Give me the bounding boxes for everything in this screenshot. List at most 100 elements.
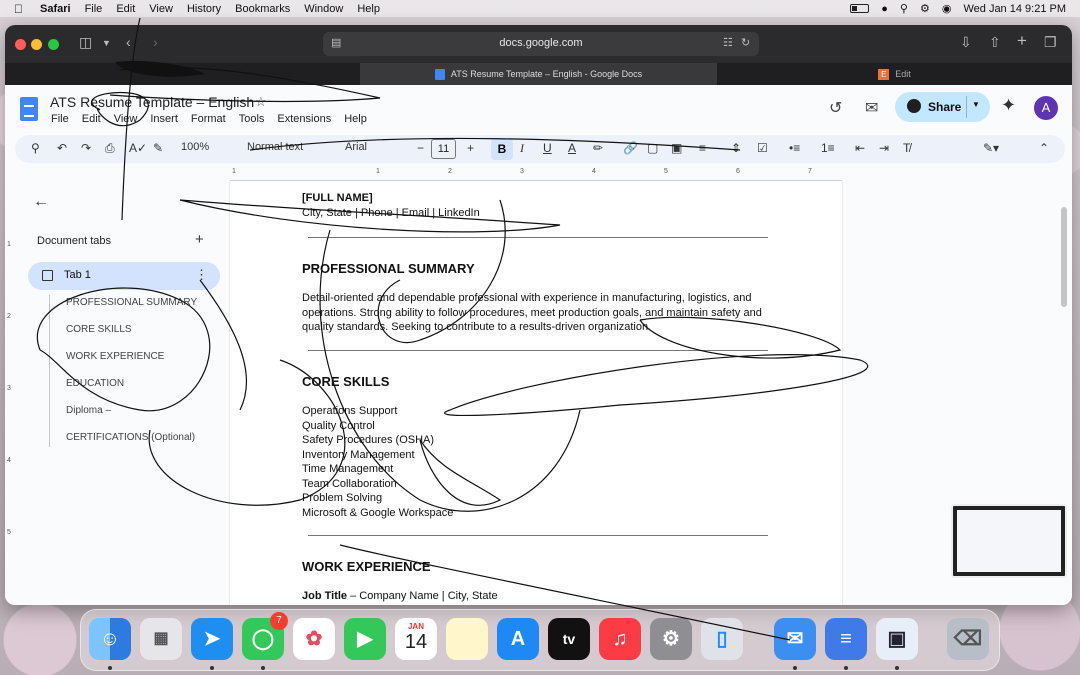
finder-icon[interactable]: ☺ <box>89 618 131 660</box>
menu-history[interactable]: History <box>187 3 221 15</box>
increase-font-size-icon[interactable]: + <box>467 141 474 155</box>
clear-formatting-icon[interactable]: T̸ <box>903 141 910 155</box>
skill-item[interactable]: Inventory Management <box>302 448 415 463</box>
skill-item[interactable]: Safety Procedures (OSHA) <box>302 433 434 448</box>
menu-view[interactable]: View <box>149 3 173 15</box>
print-icon[interactable]: ⎙ <box>105 141 115 156</box>
job-line[interactable]: Job Title – Company Name | City, State <box>302 589 498 604</box>
font-select[interactable]: Arial <box>345 141 367 153</box>
skill-item[interactable]: Problem Solving <box>302 491 382 506</box>
photos-icon[interactable]: ✿ <box>293 618 335 660</box>
app-store-icon[interactable]: A <box>497 618 539 660</box>
menu-help[interactable]: Help <box>357 3 380 15</box>
battery-icon[interactable] <box>850 4 870 13</box>
redo-icon[interactable]: ↷ <box>81 141 91 155</box>
add-comment-icon[interactable]: ▢ <box>647 141 658 155</box>
control-center-icon[interactable]: ⚙ <box>920 2 930 15</box>
outline-item[interactable]: WORK EXPERIENCE <box>66 351 164 362</box>
screenshot-thumbnail[interactable] <box>951 504 1067 578</box>
menu-app-name[interactable]: Safari <box>40 3 71 15</box>
skills-heading[interactable]: CORE SKILLS <box>302 374 389 389</box>
highlight-icon[interactable]: ✏ <box>593 141 603 155</box>
skill-item[interactable]: Quality Control <box>302 419 375 434</box>
summary-heading[interactable]: PROFESSIONAL SUMMARY <box>302 261 475 276</box>
minimize-window-button[interactable] <box>31 39 42 50</box>
menubar-clock[interactable]: Wed Jan 14 9:21 PM <box>963 3 1066 15</box>
forward-arrow-icon[interactable]: › <box>153 34 158 50</box>
chevron-down-icon[interactable]: ▼ <box>102 38 111 48</box>
italic-icon[interactable]: I <box>520 141 524 156</box>
downloads-icon[interactable]: ⇩ <box>960 34 972 51</box>
undo-icon[interactable]: ↶ <box>57 141 67 155</box>
tab-edit[interactable]: E Edit <box>717 63 1072 85</box>
calendar-icon[interactable]: JAN 14 <box>395 618 437 660</box>
menu-bookmarks[interactable]: Bookmarks <box>235 3 290 15</box>
outline-item[interactable]: PROFESSIONAL SUMMARY <box>66 297 197 308</box>
document-title[interactable]: ATS Resume Template – English <box>50 94 254 110</box>
wifi-icon[interactable]: ● <box>881 3 888 15</box>
address-bar[interactable]: ▤ docs.google.com ☷ ↻ <box>323 32 759 56</box>
system-settings-icon[interactable]: ⚙ <box>650 618 692 660</box>
docs-logo-icon[interactable] <box>20 97 38 121</box>
notes-icon[interactable] <box>446 618 488 660</box>
align-icon[interactable]: ≡ <box>699 141 706 155</box>
safari-icon[interactable]: ➤ <box>191 618 233 660</box>
version-history-icon[interactable]: ↺ <box>829 98 842 118</box>
docs-menu-file[interactable]: File <box>51 113 69 125</box>
scrollbar[interactable] <box>1061 207 1067 307</box>
share-icon[interactable]: ⇧ <box>989 34 1001 51</box>
launchpad-icon[interactable]: ▦ <box>140 618 182 660</box>
style-select[interactable]: Normal text <box>247 141 303 153</box>
skill-item[interactable]: Operations Support <box>302 404 397 419</box>
mail-icon[interactable]: ✉ <box>774 618 816 660</box>
increase-indent-icon[interactable]: ⇥ <box>879 141 889 155</box>
horizontal-ruler[interactable]: 1 1 2 3 4 5 6 7 <box>230 168 842 181</box>
summary-line[interactable]: Detail-oriented and dependable professio… <box>302 291 751 306</box>
trash-icon[interactable]: ⌫ <box>947 618 989 660</box>
reload-icon[interactable]: ↻ <box>741 36 750 49</box>
docs-app-icon[interactable]: ≡ <box>825 618 867 660</box>
avatar[interactable]: A <box>1034 96 1058 120</box>
add-tab-icon[interactable]: + <box>195 231 204 248</box>
docs-menu-tools[interactable]: Tools <box>239 113 265 125</box>
search-menus-icon[interactable]: ⚲ <box>31 141 40 155</box>
bold-icon[interactable]: B <box>491 138 513 160</box>
star-icon[interactable]: ☆ <box>255 94 267 110</box>
menu-edit[interactable]: Edit <box>116 3 135 15</box>
text-color-icon[interactable]: A <box>568 141 576 155</box>
skill-item[interactable]: Microsoft & Google Workspace <box>302 506 453 521</box>
back-arrow-icon[interactable]: ‹ <box>126 34 131 50</box>
facetime-icon[interactable]: ▶ <box>344 618 386 660</box>
share-button[interactable]: Share ▼ <box>895 92 990 122</box>
outline-item[interactable]: CERTIFICATIONS (Optional) <box>66 432 195 443</box>
insert-link-icon[interactable]: 🔗 <box>623 141 638 155</box>
music-icon[interactable]: ♫ <box>599 618 641 660</box>
comments-icon[interactable]: ✉ <box>865 98 878 118</box>
work-heading[interactable]: WORK EXPERIENCE <box>302 559 431 574</box>
menu-window[interactable]: Window <box>304 3 343 15</box>
numbered-list-icon[interactable]: 1≡ <box>821 141 835 155</box>
resume-name[interactable]: [FULL NAME] <box>302 191 373 206</box>
gemini-icon[interactable]: ✦ <box>1001 95 1016 116</box>
apple-tv-icon[interactable]: tv <box>548 618 590 660</box>
outline-item[interactable]: CORE SKILLS <box>66 324 132 335</box>
summary-line[interactable]: quality standards. Seeking to contribute… <box>302 320 651 335</box>
insert-image-icon[interactable]: ▣ <box>671 141 682 155</box>
skill-item[interactable]: Team Collaboration <box>302 477 397 492</box>
docs-menu-format[interactable]: Format <box>191 113 226 125</box>
summary-line[interactable]: operations. Strong ability to follow pro… <box>302 306 762 321</box>
docs-menu-view[interactable]: View <box>114 113 138 125</box>
translate-icon[interactable]: ☷ <box>723 36 733 49</box>
paint-format-icon[interactable]: ✎ <box>153 141 163 155</box>
docs-menu-edit[interactable]: Edit <box>82 113 101 125</box>
iphone-mirroring-icon[interactable]: ▯ <box>701 618 743 660</box>
sidebar-item-tab1[interactable]: Tab 1 ⋮ <box>28 262 220 290</box>
font-size-input[interactable]: 11 <box>431 139 456 159</box>
docs-menu-help[interactable]: Help <box>344 113 367 125</box>
chevron-down-icon[interactable]: ▼ <box>972 100 980 109</box>
tab-overview-icon[interactable]: ❐ <box>1044 34 1057 51</box>
skill-item[interactable]: Time Management <box>302 462 393 477</box>
back-arrow-icon[interactable]: ← <box>33 193 49 211</box>
underline-icon[interactable]: U <box>543 141 552 155</box>
close-window-button[interactable] <box>15 39 26 50</box>
